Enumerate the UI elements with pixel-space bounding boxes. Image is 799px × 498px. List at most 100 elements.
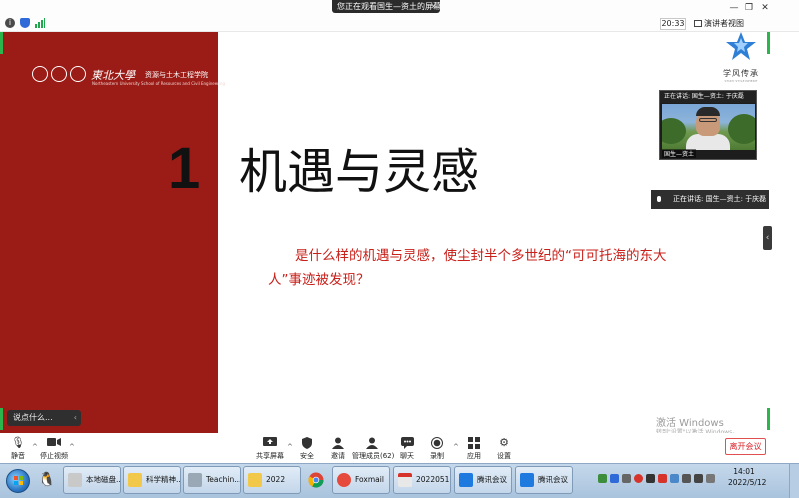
shield-icon[interactable]: [20, 18, 30, 28]
taskbar-item-label: 本地磁盘...: [86, 475, 121, 484]
settings-label: 设置: [497, 452, 511, 460]
participants-button[interactable]: 管理成员(62): [352, 437, 395, 461]
stop-video-button[interactable]: 停止视频: [34, 437, 74, 461]
system-clock[interactable]: 14:01 2022/5/12: [728, 466, 767, 488]
system-tray: [598, 470, 728, 490]
folder-icon: [128, 473, 142, 487]
share-screen-icon: [250, 437, 290, 449]
taskbar-item[interactable]: Teachin...: [183, 466, 241, 494]
qq-penguin-icon[interactable]: 🐧: [36, 469, 58, 491]
record-icon: [417, 437, 457, 449]
close-icon[interactable]: ✕: [759, 3, 771, 13]
volume-icon[interactable]: [694, 474, 703, 483]
logo-school-name: 资源与土木工程学院: [145, 71, 208, 79]
speaking-text: 正在讲话: 国生—资土: 于庆磊: [673, 195, 767, 203]
taskbar-item-label: Teachin...: [206, 475, 241, 484]
chat-placeholder: 说点什么...: [13, 413, 53, 422]
chevron-up-icon[interactable]: ^: [69, 443, 75, 451]
taskbar-item[interactable]: 腾讯会议: [454, 466, 512, 494]
drive-icon: [188, 473, 202, 487]
top-bar: i 您正在观看国生—资土的屏幕 ✕ 20:33 演讲者视图 — ❐ ✕: [0, 0, 799, 32]
stop-video-label: 停止视频: [40, 452, 68, 460]
tray-icon[interactable]: [598, 474, 607, 483]
tray-icon[interactable]: [670, 474, 679, 483]
record-label: 录制: [430, 452, 444, 460]
tray-icon[interactable]: [610, 474, 619, 483]
network-icon[interactable]: [682, 474, 691, 483]
clock-date: 2022/5/12: [728, 478, 767, 487]
signal-icon[interactable]: [35, 18, 45, 28]
speaker-video[interactable]: 正在讲话: 国生—资土: 于庆磊 国生—资土: [659, 90, 757, 160]
taskbar-item[interactable]: 科学精神...: [123, 466, 181, 494]
speaking-indicator: 正在讲话: 国生—资土: 于庆磊: [651, 190, 769, 209]
logo-subtitle: Northeastern University School of Resour…: [92, 81, 225, 86]
tray-icon[interactable]: [658, 474, 667, 483]
chevron-left-icon: ‹: [765, 233, 770, 243]
tray-icon[interactable]: [622, 474, 631, 483]
share-border-marker: [0, 32, 3, 54]
section-number: 1: [168, 136, 201, 201]
taskbar-item-label: 2022: [266, 475, 286, 484]
start-button[interactable]: [6, 469, 30, 493]
emblem-icon: [32, 66, 48, 82]
restore-icon[interactable]: ❐: [743, 3, 755, 13]
slide-red-panel: 東北大學 资源与土木工程学院 Northeastern University S…: [0, 32, 225, 433]
chat-input-bubble[interactable]: 说点什么... ‹: [7, 410, 81, 426]
participants-label: 管理成员(62): [352, 452, 395, 460]
settings-button[interactable]: ⚙ 设置: [484, 437, 524, 461]
tray-icon[interactable]: [646, 474, 655, 483]
leave-meeting-button[interactable]: 离开会议: [725, 438, 766, 455]
chrome-icon[interactable]: [305, 469, 327, 491]
share-border-marker: [767, 408, 770, 430]
mic-icon: [657, 196, 661, 202]
meeting-toolbar: 🎙 静音 ^ 停止视频 ^ 共享屏幕 ^ 安全 邀请 管理成员(62) 聊天 录…: [0, 433, 799, 463]
share-border-marker: [767, 32, 770, 54]
gear-icon: ⚙: [499, 436, 509, 449]
brand-subtitle: STUDY STYLE INHERIT: [724, 79, 758, 83]
slide-question: 是什么样的机遇与灵感，使尘封半个多世纪的“可可托海的东大人”事迹被发现？: [268, 248, 667, 288]
video-camera-icon: [34, 437, 74, 449]
view-mode-button[interactable]: 演讲者视图: [694, 18, 748, 30]
tray-icon[interactable]: [706, 474, 715, 483]
share-screen-button[interactable]: 共享屏幕: [250, 437, 290, 461]
shared-slide: 東北大學 资源与土木工程学院 Northeastern University S…: [0, 32, 770, 433]
screen: i 您正在观看国生—资土的屏幕 ✕ 20:33 演讲者视图 — ❐ ✕ 東北大學…: [0, 0, 799, 498]
windows-logo-icon: [14, 476, 24, 486]
meeting-timer: 20:33: [660, 18, 686, 30]
participants-icon: [352, 437, 392, 449]
mute-label: 静音: [11, 452, 25, 460]
tencent-meeting-icon: [520, 473, 534, 487]
taskbar-item[interactable]: 本地磁盘...: [63, 466, 121, 494]
windows-taskbar: 🐧 本地磁盘... 科学精神... Teachin... 2022 Foxmai…: [0, 463, 799, 498]
taskbar-item-label: 科学精神...: [146, 475, 181, 484]
document-icon: [398, 473, 412, 487]
brand-name: 学风传承: [723, 69, 759, 78]
panel-collapse-handle[interactable]: ‹: [763, 226, 772, 250]
clock-time: 14:01: [733, 467, 755, 476]
sharing-banner[interactable]: 您正在观看国生—资土的屏幕 ✕: [332, 0, 440, 13]
minimize-icon[interactable]: —: [728, 3, 740, 13]
star-logo-icon: [726, 32, 756, 60]
info-icon[interactable]: i: [5, 18, 15, 28]
seal-icon: [70, 66, 86, 82]
taskbar-item[interactable]: 2022051...: [393, 466, 451, 494]
taskbar-item[interactable]: 2022: [243, 466, 301, 494]
taskbar-item[interactable]: 腾讯会议: [515, 466, 573, 494]
taskbar-item-label: 腾讯会议: [538, 475, 568, 484]
chevron-left-icon[interactable]: ‹: [74, 410, 77, 426]
foxmail-icon: [337, 473, 351, 487]
banner-close-icon[interactable]: ✕: [430, 0, 437, 13]
show-desktop-button[interactable]: [789, 464, 799, 498]
tray-icon[interactable]: [634, 474, 643, 483]
share-border-marker: [0, 408, 3, 430]
tencent-meeting-icon: [459, 473, 473, 487]
disk-icon: [68, 473, 82, 487]
grid-view-icon: [694, 20, 702, 27]
taskbar-item[interactable]: Foxmail: [332, 466, 390, 494]
sharing-banner-text: 您正在观看国生—资土的屏幕: [337, 2, 440, 11]
video-speaking-label: 正在讲话: 国生—资土: 于庆磊: [660, 91, 756, 103]
record-button[interactable]: 录制: [417, 437, 457, 461]
section-title: 机遇与灵感: [239, 144, 480, 200]
taskbar-item-label: 2022051...: [416, 475, 450, 484]
view-mode-label: 演讲者视图: [704, 19, 744, 28]
